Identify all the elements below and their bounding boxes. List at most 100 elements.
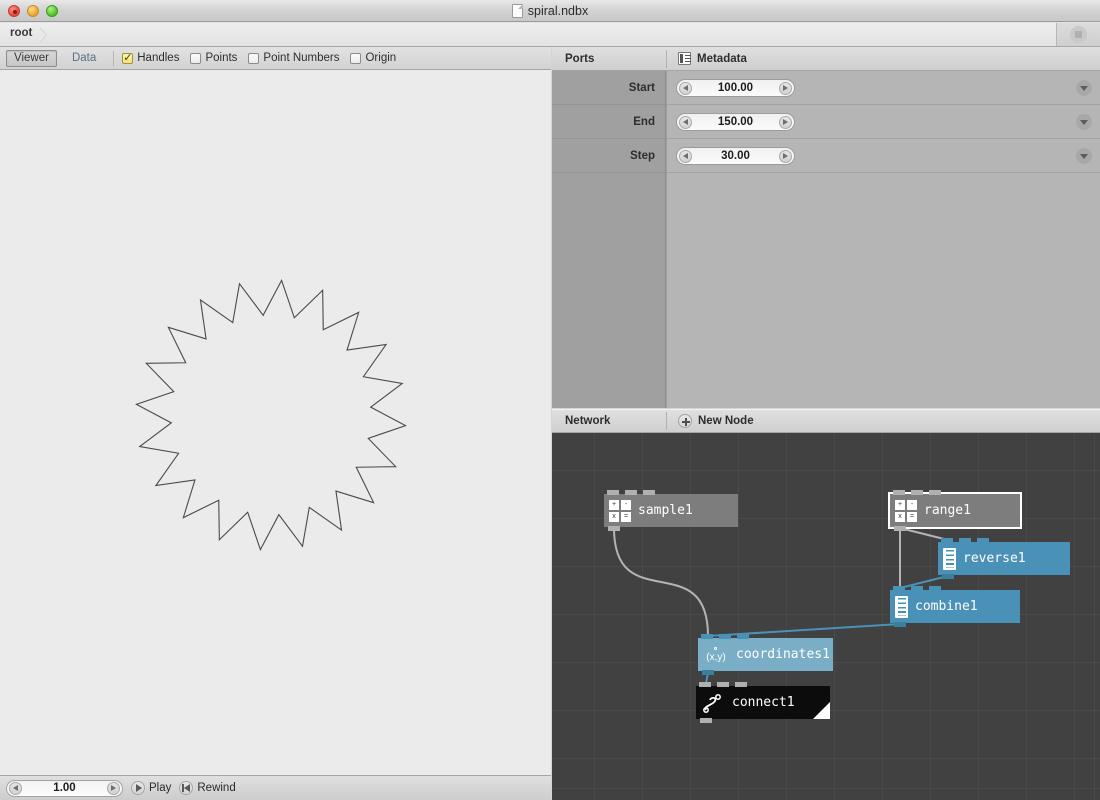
- node-connect1[interactable]: connect1: [696, 682, 830, 723]
- stop-icon: [1070, 26, 1087, 43]
- checkbox-origin-box[interactable]: [350, 52, 362, 64]
- rewind-button[interactable]: Rewind: [179, 781, 236, 795]
- rendered-indicator-icon: [813, 702, 830, 719]
- frame-value: 1.00: [53, 782, 76, 794]
- list-icon: [895, 595, 908, 618]
- metadata-label: Metadata: [697, 52, 747, 65]
- node-coordinates1[interactable]: (x,y) coordinates1: [698, 634, 833, 675]
- node-input-ports[interactable]: [893, 490, 941, 495]
- node-label: combine1: [915, 599, 978, 614]
- node-label: sample1: [638, 503, 693, 518]
- grid-icon: + - x =: [609, 499, 631, 522]
- tab-data[interactable]: Data: [65, 50, 103, 67]
- path-icon: [701, 692, 725, 714]
- viewer-toolbar: Viewer Data Handles Points Point Numbers: [0, 47, 551, 70]
- node-combine1[interactable]: combine1: [890, 586, 1020, 627]
- node-label: connect1: [732, 695, 795, 710]
- checkbox-handles-label: Handles: [137, 52, 180, 64]
- node-input-ports[interactable]: [941, 538, 989, 543]
- node-label: coordinates1: [736, 647, 830, 662]
- frame-stepper[interactable]: 1.00: [6, 779, 123, 797]
- connection-sample1-to-coordinates1: [613, 527, 709, 637]
- step-decrement-icon[interactable]: [679, 149, 692, 163]
- start-increment-icon[interactable]: [779, 81, 792, 95]
- port-input-step[interactable]: 30.00: [676, 147, 795, 165]
- metadata-icon: [678, 52, 691, 65]
- port-menu-step-icon[interactable]: [1076, 148, 1092, 164]
- end-decrement-icon[interactable]: [679, 115, 692, 129]
- viewer-options-group: Handles Points Point Numbers Origin: [122, 51, 396, 65]
- checkbox-points-box[interactable]: [190, 52, 202, 64]
- node-output-port[interactable]: [894, 622, 906, 627]
- address-bar: root: [0, 22, 1100, 47]
- play-label: Play: [149, 782, 172, 794]
- port-menu-start-icon[interactable]: [1076, 80, 1092, 96]
- checkbox-point-numbers[interactable]: Point Numbers: [248, 52, 339, 64]
- port-value-step: 30.00: [721, 150, 750, 162]
- checkbox-origin-label: Origin: [365, 52, 397, 64]
- checkbox-handles[interactable]: Handles: [122, 51, 180, 65]
- metadata-tab[interactable]: Metadata: [667, 52, 747, 65]
- network-canvas[interactable]: + - x = sample1 + - x = range1 reverse1 combine1 (x,…: [552, 434, 1100, 800]
- checkbox-handles-box[interactable]: [122, 51, 134, 65]
- port-row-step: 30.00: [667, 139, 1100, 173]
- rewind-icon: [179, 781, 194, 795]
- port-value-end: 150.00: [717, 116, 754, 128]
- node-output-port[interactable]: [702, 670, 714, 675]
- port-menu-end-icon[interactable]: [1076, 114, 1092, 130]
- node-input-ports[interactable]: [699, 682, 747, 687]
- node-input-ports[interactable]: [607, 490, 655, 495]
- breadcrumb-chevron-icon: [38, 24, 52, 46]
- port-label-end: End: [552, 105, 665, 139]
- end-increment-icon[interactable]: [779, 115, 792, 129]
- node-output-port[interactable]: [700, 718, 712, 723]
- checkbox-point-numbers-box[interactable]: [248, 52, 260, 64]
- ports-panel: Ports Metadata Start End Step 100.00 150…: [552, 47, 1100, 408]
- ports-panel-body: Start End Step 100.00 150.00 30.00: [552, 71, 1100, 408]
- node-label: reverse1: [963, 551, 1026, 566]
- node-input-ports[interactable]: [701, 634, 749, 639]
- node-output-port[interactable]: [894, 526, 906, 531]
- ports-label-column: Start End Step: [552, 71, 666, 408]
- new-node-label: New Node: [698, 415, 754, 427]
- node-sample1[interactable]: + - x = sample1: [604, 490, 738, 531]
- xy-icon: (x,y): [703, 645, 729, 665]
- network-panel: Network New Node + - x = sample1 + - x = range1 re…: [552, 409, 1100, 800]
- port-value-start: 100.00: [717, 82, 754, 94]
- node-range1[interactable]: + - x = range1: [888, 490, 1022, 531]
- new-node-button[interactable]: New Node: [667, 414, 754, 428]
- address-bar-action-button[interactable]: [1057, 23, 1100, 46]
- frame-increment-icon[interactable]: [107, 781, 120, 795]
- network-title: Network: [565, 415, 611, 427]
- breadcrumb-root[interactable]: root: [10, 27, 32, 39]
- play-button[interactable]: Play: [131, 781, 171, 795]
- node-reverse1[interactable]: reverse1: [938, 538, 1070, 579]
- gear-shape-svg: [135, 279, 407, 551]
- port-label-start: Start: [552, 71, 665, 105]
- port-input-start[interactable]: 100.00: [676, 79, 795, 97]
- node-output-port[interactable]: [942, 574, 954, 579]
- checkbox-origin[interactable]: Origin: [350, 52, 396, 64]
- network-panel-header: Network New Node: [552, 409, 1100, 433]
- window-title: spiral.ndbx: [527, 4, 589, 18]
- ports-panel-header: Ports Metadata: [552, 47, 1100, 71]
- start-decrement-icon[interactable]: [679, 81, 692, 95]
- play-icon: [131, 781, 145, 795]
- toolbar-separator: [113, 50, 115, 66]
- tab-viewer[interactable]: Viewer: [6, 49, 57, 67]
- node-output-port[interactable]: [608, 526, 620, 531]
- plus-circle-icon: [678, 414, 692, 428]
- port-input-end[interactable]: 150.00: [676, 113, 795, 131]
- node-input-ports[interactable]: [893, 586, 941, 591]
- step-increment-icon[interactable]: [779, 149, 792, 163]
- checkbox-points[interactable]: Points: [190, 52, 237, 64]
- document-icon: [511, 4, 523, 18]
- breadcrumb-bar[interactable]: root: [0, 23, 1057, 46]
- ports-title: Ports: [565, 52, 595, 65]
- checkbox-point-numbers-label: Point Numbers: [263, 52, 340, 64]
- rewind-label: Rewind: [197, 782, 236, 794]
- port-label-step: Step: [552, 139, 665, 173]
- viewer-pane: Viewer Data Handles Points Point Numbers: [0, 47, 551, 775]
- viewer-canvas[interactable]: [0, 70, 551, 775]
- frame-decrement-icon[interactable]: [9, 781, 22, 795]
